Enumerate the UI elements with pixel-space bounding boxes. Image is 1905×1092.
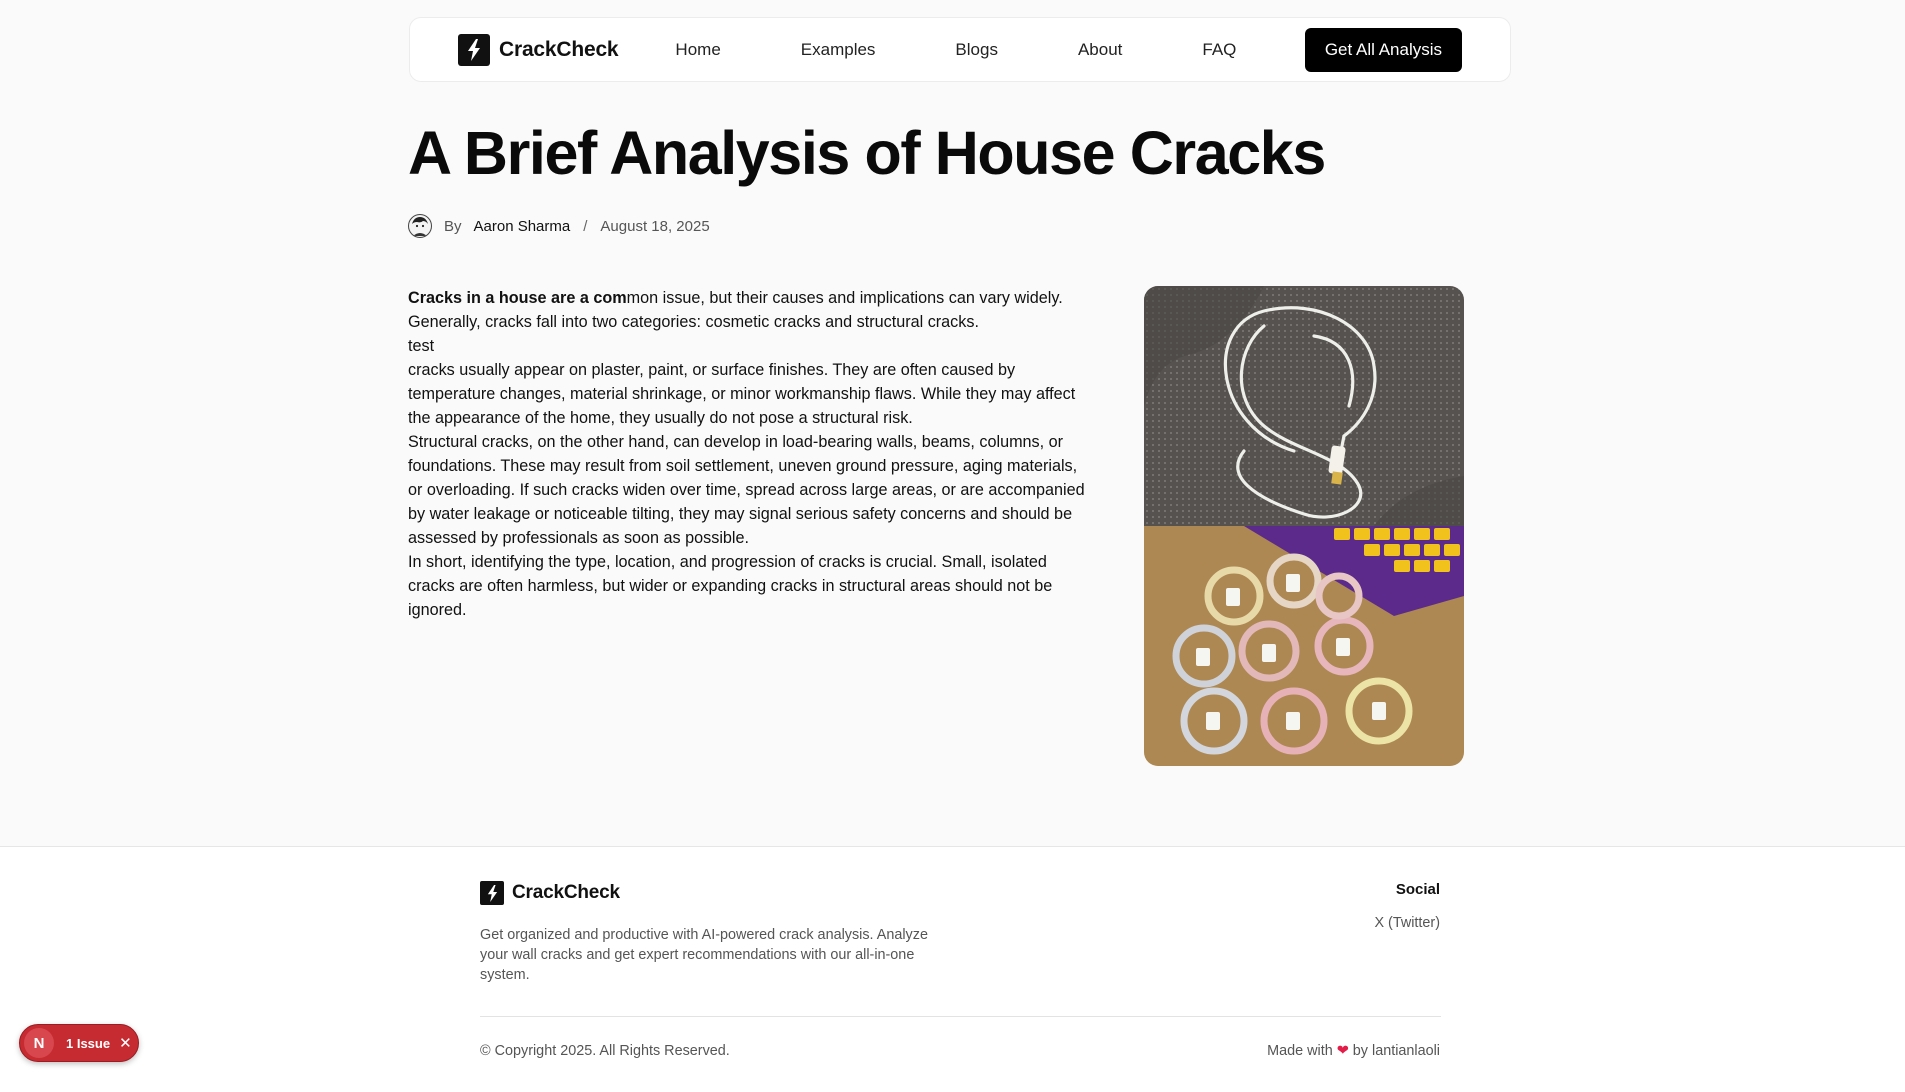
top-navbar: CrackCheck Home Examples Blogs About FAQ…: [409, 17, 1511, 82]
page-title: A Brief Analysis of House Cracks: [408, 119, 1326, 187]
heart-icon: ❤: [1336, 1043, 1349, 1059]
nav-link-faq[interactable]: FAQ: [1174, 40, 1264, 60]
article-images: [1144, 286, 1464, 766]
author-name: Aaron Sharma: [473, 217, 571, 235]
copyright-text: © Copyright 2025. All Rights Reserved.: [480, 1043, 730, 1059]
byline-prefix: By: [444, 217, 462, 235]
social-heading: Social: [1395, 881, 1440, 898]
cable-on-fabric-image: [1144, 286, 1464, 526]
footer-brand-link[interactable]: CrackCheck: [480, 881, 620, 905]
meta-separator: /: [583, 217, 588, 235]
get-all-analysis-button[interactable]: Get All Analysis: [1304, 27, 1462, 72]
issues-count-label[interactable]: 1 Issue: [66, 1036, 110, 1051]
post-date: August 18, 2025: [600, 217, 710, 235]
made-with-suffix: by lantianlaoli: [1352, 1043, 1440, 1059]
article-paragraph: Structural cracks, on the other hand, ca…: [408, 433, 1085, 547]
made-with-credit: Made with ❤ by lantianlaoli: [1267, 1043, 1440, 1059]
author-avatar: [408, 214, 432, 238]
footer-brand-name: CrackCheck: [512, 882, 620, 903]
brand-name: CrackCheck: [499, 37, 619, 61]
made-with-prefix: Made with: [1267, 1043, 1333, 1059]
issues-badge[interactable]: N 1 Issue ✕: [19, 1024, 139, 1062]
lightning-bolt-icon: [458, 33, 490, 66]
footer-divider: [480, 1016, 1441, 1017]
article-paragraph: Cracks in a house are a common issue, bu…: [408, 286, 1088, 334]
lead-bold-text: Cracks in a house are a com: [408, 289, 627, 307]
close-icon[interactable]: ✕: [119, 1034, 132, 1052]
site-footer: CrackCheck Get organized and productive …: [0, 846, 1905, 1092]
lightning-bolt-icon: [480, 881, 504, 905]
article-body: Cracks in a house are a common issue, bu…: [408, 286, 1088, 622]
brand-logo-link[interactable]: CrackCheck: [458, 33, 619, 66]
nav-link-examples[interactable]: Examples: [773, 40, 904, 60]
nextjs-logo-icon: N: [24, 1028, 54, 1058]
footer-description: Get organized and productive with AI-pow…: [480, 927, 928, 983]
article-paragraph: In short, identifying the type, location…: [408, 553, 1053, 619]
nav-links: Home Examples Blogs About FAQ: [647, 40, 1264, 60]
twitter-link[interactable]: X (Twitter): [1374, 915, 1440, 931]
cables-on-desk-image: [1144, 526, 1464, 766]
nav-link-about[interactable]: About: [1050, 40, 1150, 60]
article-paragraph: cracks usually appear on plaster, paint,…: [408, 361, 1076, 427]
nav-link-blogs[interactable]: Blogs: [927, 40, 1026, 60]
page: CrackCheck Home Examples Blogs About FAQ…: [0, 0, 1905, 1092]
nav-link-home[interactable]: Home: [647, 40, 748, 60]
article-paragraph: test: [408, 337, 435, 355]
post-meta: By Aaron Sharma / August 18, 2025: [408, 214, 710, 238]
